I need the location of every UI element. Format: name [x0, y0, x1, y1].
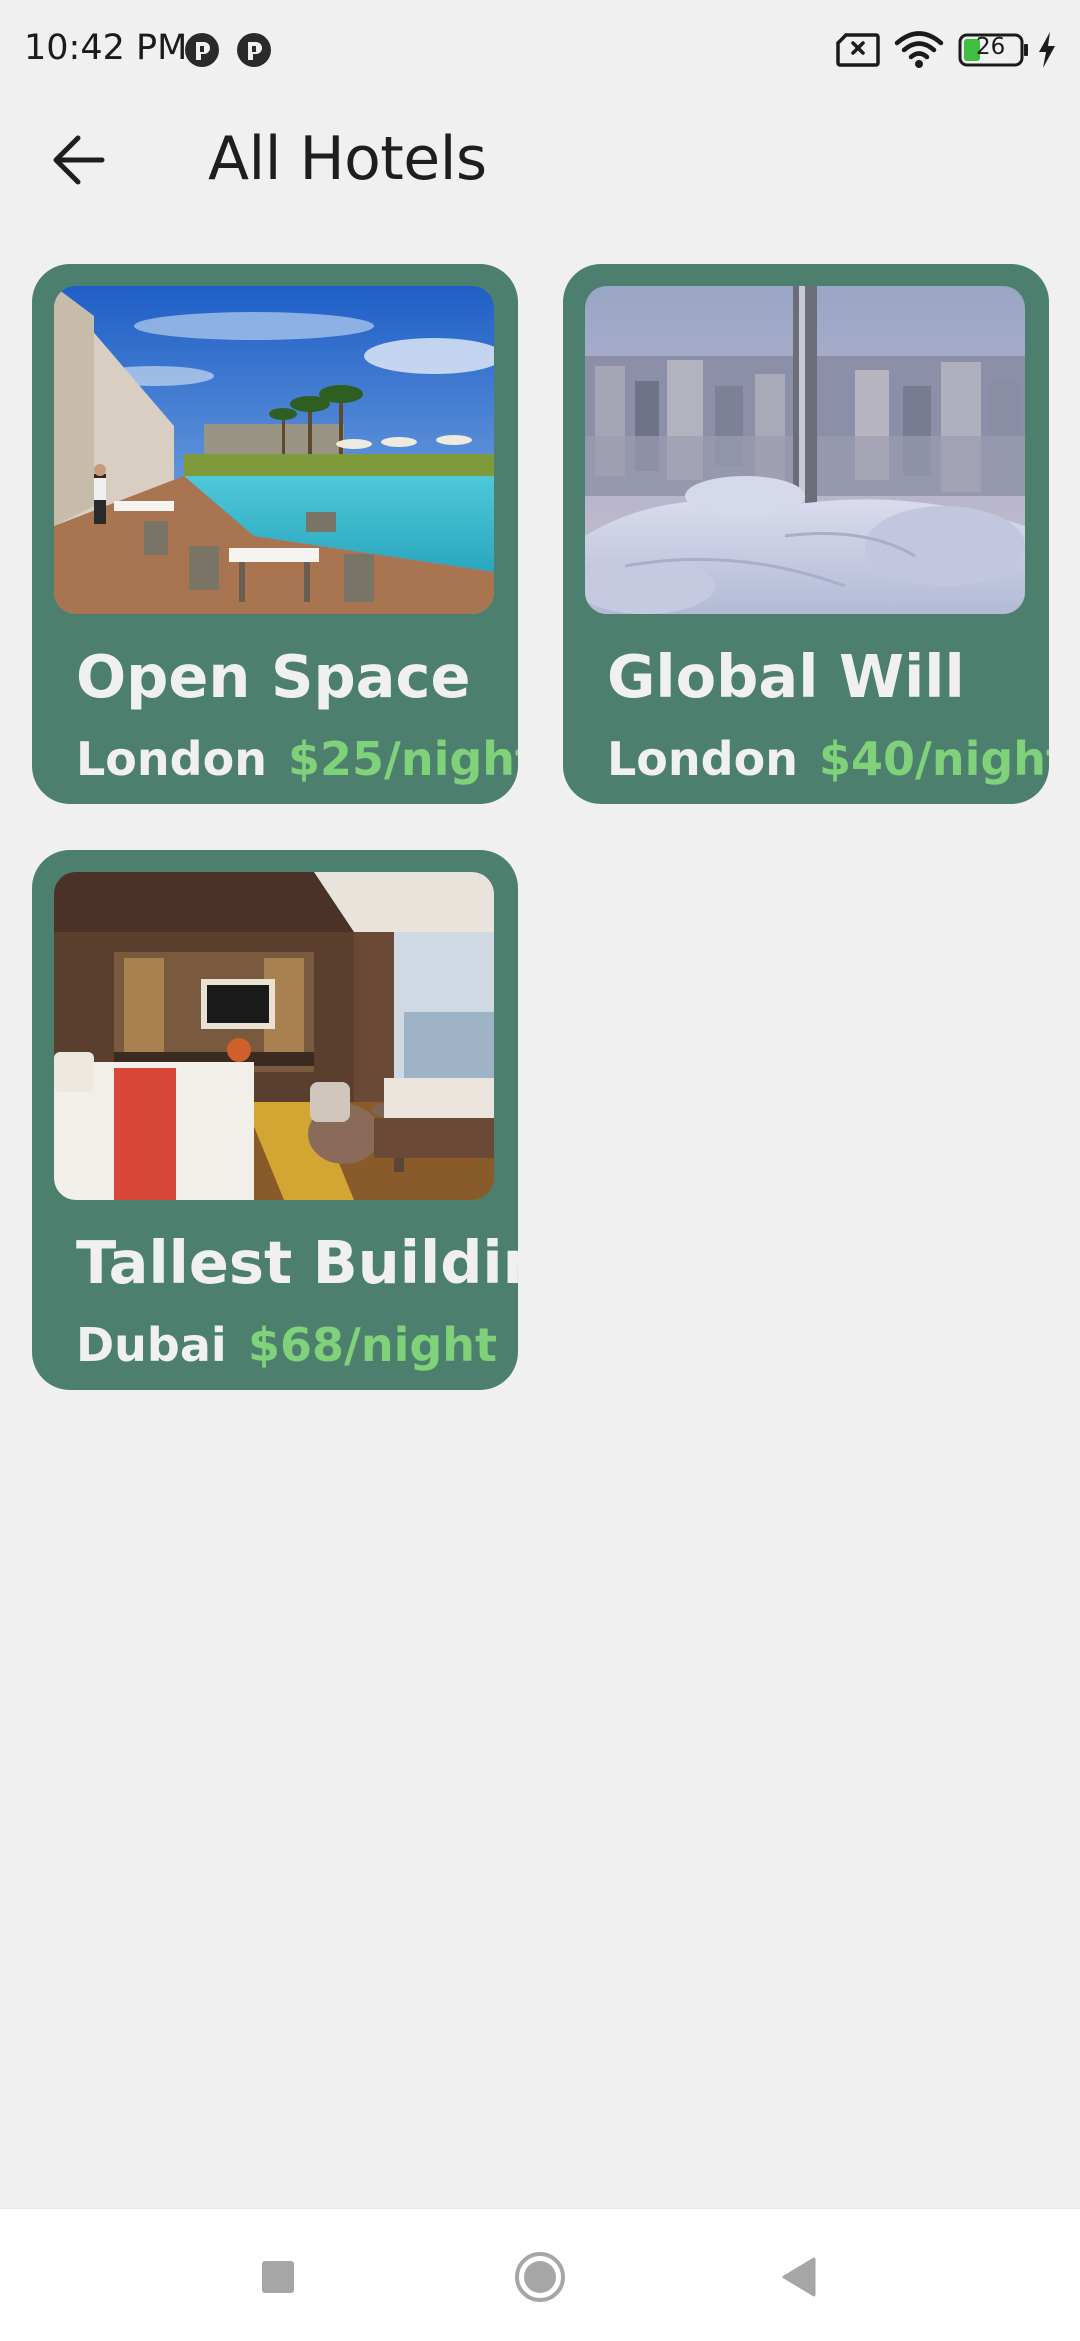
- back-button[interactable]: [40, 126, 120, 194]
- hotel-city: London: [76, 732, 267, 786]
- status-time: 10:42 PM: [24, 28, 188, 68]
- hotel-city: London: [607, 732, 798, 786]
- hotel-price: $25/night: [288, 732, 518, 786]
- hotel-photo-city-view-bed: [585, 286, 1025, 614]
- wifi-icon: [894, 31, 944, 68]
- sim-error-icon: [836, 33, 880, 67]
- hotel-name: Open Space: [76, 642, 471, 711]
- hotel-name: Global Will: [607, 642, 965, 711]
- hotel-photo-pool-terrace: [54, 286, 494, 614]
- back-arrow-icon: [53, 135, 105, 185]
- notification-p-icon: [185, 33, 219, 67]
- hotel-price: $40/night: [819, 732, 1049, 786]
- triangle-back-icon[interactable]: [770, 2247, 830, 2307]
- circle-home-icon[interactable]: [510, 2247, 570, 2307]
- charging-bolt-icon: [1039, 32, 1055, 68]
- hotel-card-open-space[interactable]: Open Space London $25/night: [32, 264, 518, 804]
- battery-level-label: 26: [976, 34, 1006, 60]
- notification-p-icon: [237, 33, 271, 67]
- hotel-name: Tallest Building: [76, 1228, 518, 1297]
- page-title: All Hotels: [208, 124, 487, 194]
- hotel-price: $68/night: [248, 1318, 498, 1372]
- square-recents-icon[interactable]: [248, 2247, 308, 2307]
- hotel-card-global-will[interactable]: Global Will London $40/night: [563, 264, 1049, 804]
- hotel-photo-modern-bedroom: [54, 872, 494, 1200]
- status-bar: 10:42 PM 26: [0, 0, 1080, 100]
- hotel-city: Dubai: [76, 1318, 227, 1372]
- hotel-card-tallest-building[interactable]: Tallest Building Dubai $68/night: [32, 850, 518, 1390]
- system-nav-bar: [0, 2208, 1080, 2341]
- app-bar: All Hotels: [0, 100, 1080, 220]
